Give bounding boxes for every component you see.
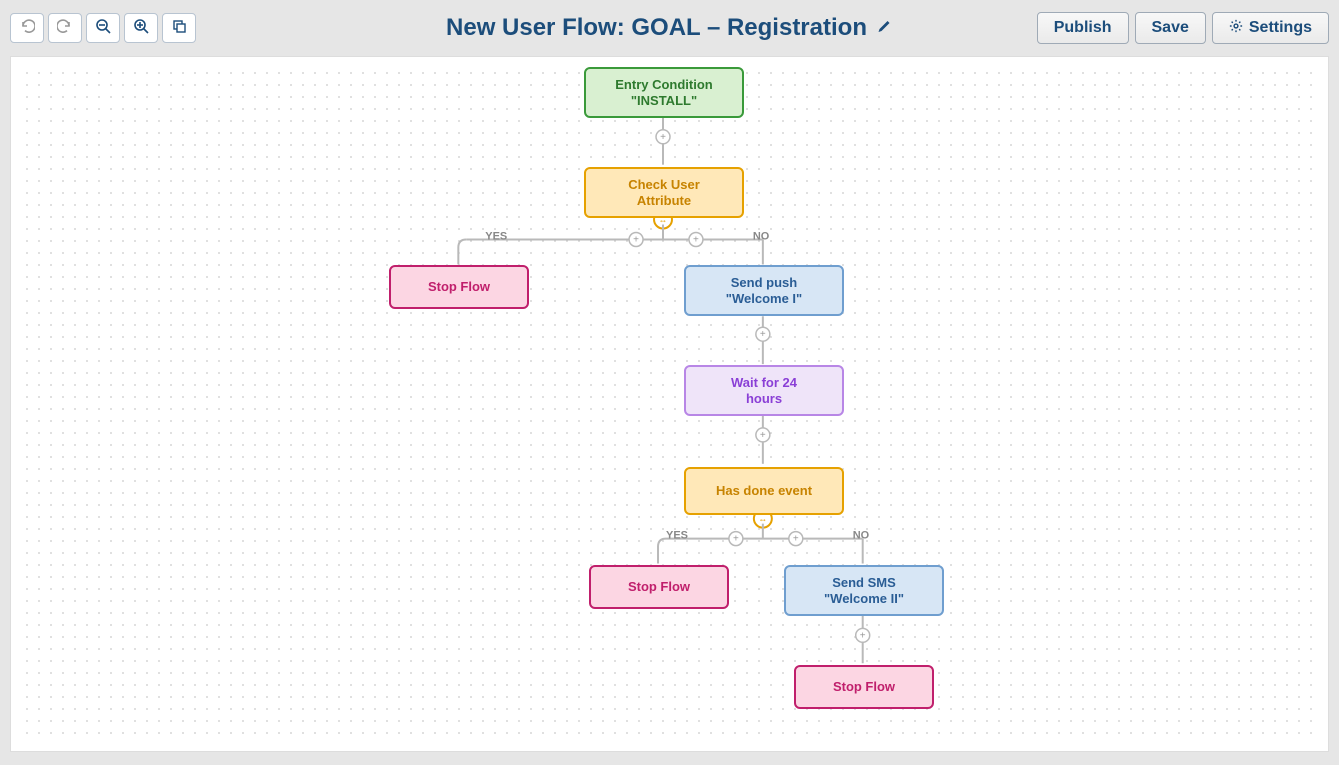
- node-send-push[interactable]: Send push "Welcome I": [684, 265, 844, 316]
- undo-button[interactable]: [10, 13, 44, 43]
- node-has-done-event[interactable]: Has done event: [684, 467, 844, 515]
- node-label: Check User: [628, 177, 700, 192]
- node-stop-flow-2[interactable]: Stop Flow: [589, 565, 729, 609]
- copy-button[interactable]: [162, 13, 196, 43]
- svg-text:+: +: [760, 329, 766, 340]
- pencil-icon: [877, 21, 893, 38]
- node-send-sms[interactable]: Send SMS "Welcome II": [784, 565, 944, 616]
- node-sublabel: "INSTALL": [594, 93, 734, 109]
- node-stop-flow-1[interactable]: Stop Flow: [389, 265, 529, 309]
- canvas-outer: + ↔ + YES + NO + + ↔: [10, 56, 1329, 752]
- svg-text:+: +: [793, 534, 799, 545]
- redo-icon: [57, 18, 73, 39]
- publish-button[interactable]: Publish: [1037, 12, 1129, 44]
- svg-text:+: +: [693, 234, 699, 245]
- svg-text:+: +: [760, 430, 766, 441]
- undo-icon: [19, 18, 35, 39]
- node-check-user-attribute[interactable]: Check User Attribute: [584, 167, 744, 218]
- node-wait[interactable]: Wait for 24 hours: [684, 365, 844, 416]
- node-entry-condition[interactable]: Entry Condition "INSTALL": [584, 67, 744, 118]
- toolbar-right: Publish Save Settings: [1037, 12, 1329, 44]
- svg-text:NO: NO: [753, 230, 770, 242]
- settings-label: Settings: [1249, 19, 1312, 37]
- node-label: Stop Flow: [428, 279, 490, 294]
- toolbar-left: [10, 13, 196, 43]
- node-label: Send SMS: [832, 575, 896, 590]
- node-label: Stop Flow: [628, 579, 690, 594]
- zoom-out-icon: [95, 18, 111, 39]
- node-label: Entry Condition: [615, 77, 713, 92]
- node-label: Wait for 24: [731, 375, 797, 390]
- node-label: Has done event: [716, 483, 812, 498]
- save-button[interactable]: Save: [1135, 12, 1206, 44]
- node-sublabel: "Welcome I": [694, 291, 834, 307]
- node-sublabel: Attribute: [594, 193, 734, 209]
- zoom-in-icon: [133, 18, 149, 39]
- svg-text:↔: ↔: [758, 514, 767, 524]
- page-title: New User Flow: GOAL – Registration: [446, 14, 867, 42]
- redo-button[interactable]: [48, 13, 82, 43]
- zoom-out-button[interactable]: [86, 13, 120, 43]
- zoom-in-button[interactable]: [124, 13, 158, 43]
- title-wrap: New User Flow: GOAL – Registration: [446, 14, 893, 42]
- svg-text:NO: NO: [853, 530, 870, 542]
- gear-icon: [1229, 19, 1243, 38]
- node-sublabel: hours: [694, 391, 834, 407]
- settings-button[interactable]: Settings: [1212, 12, 1329, 44]
- node-label: Stop Flow: [833, 679, 895, 694]
- node-sublabel: "Welcome II": [794, 591, 934, 607]
- edit-title-button[interactable]: [877, 18, 893, 39]
- svg-text:YES: YES: [485, 230, 507, 242]
- node-label: Send push: [731, 275, 797, 290]
- flow-canvas[interactable]: + ↔ + YES + NO + + ↔: [19, 65, 1320, 743]
- svg-text:YES: YES: [666, 530, 688, 542]
- copy-icon: [171, 18, 187, 39]
- svg-text:+: +: [860, 630, 866, 641]
- svg-text:+: +: [733, 534, 739, 545]
- toolbar: New User Flow: GOAL – Registration Publi…: [0, 0, 1339, 56]
- svg-text:+: +: [660, 132, 666, 143]
- node-stop-flow-3[interactable]: Stop Flow: [794, 665, 934, 709]
- svg-text:+: +: [633, 234, 639, 245]
